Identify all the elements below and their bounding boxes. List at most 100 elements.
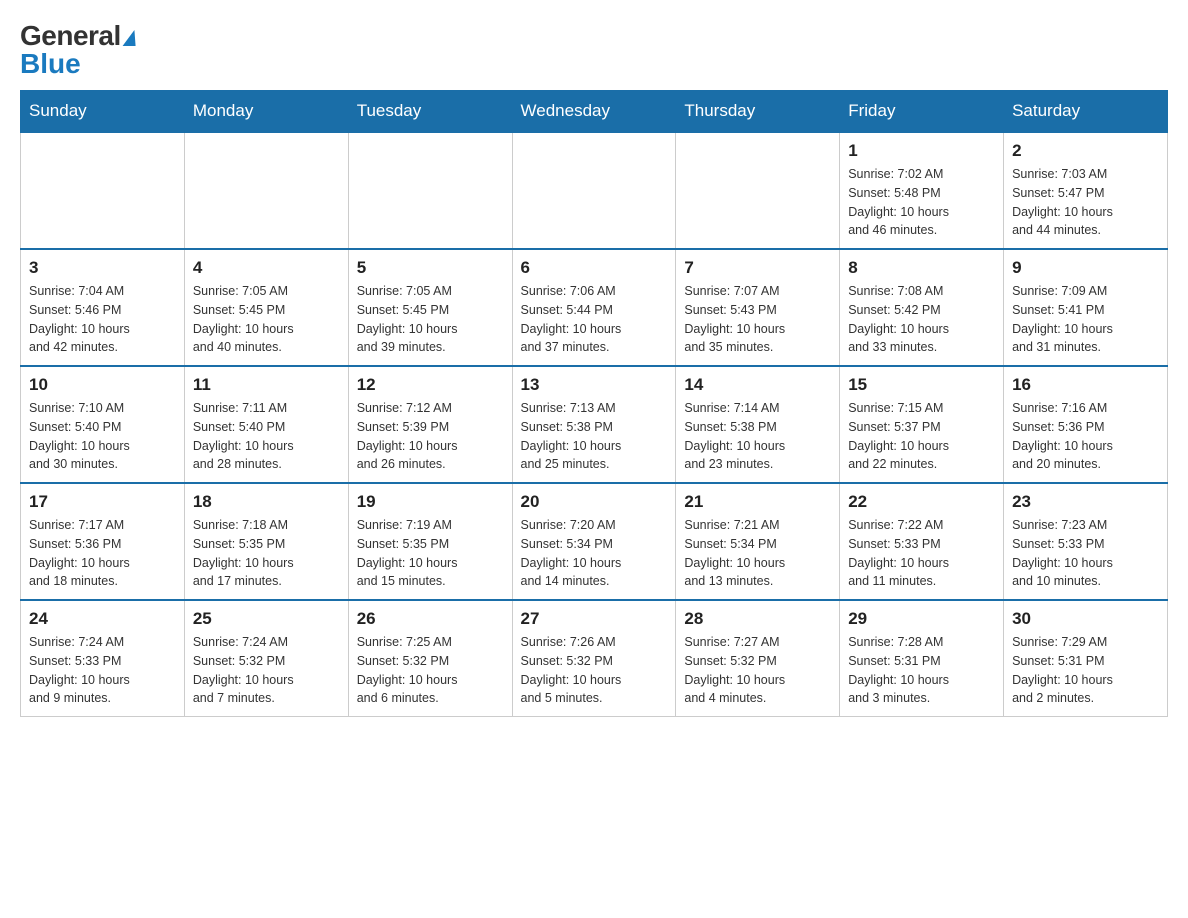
- day-number: 4: [193, 258, 340, 278]
- day-info: Sunrise: 7:08 AMSunset: 5:42 PMDaylight:…: [848, 282, 995, 357]
- day-number: 29: [848, 609, 995, 629]
- day-info: Sunrise: 7:29 AMSunset: 5:31 PMDaylight:…: [1012, 633, 1159, 708]
- calendar-cell: [21, 132, 185, 249]
- weekday-header-row: SundayMondayTuesdayWednesdayThursdayFrid…: [21, 91, 1168, 133]
- day-number: 15: [848, 375, 995, 395]
- calendar-cell: 1 Sunrise: 7:02 AMSunset: 5:48 PMDaylight…: [840, 132, 1004, 249]
- calendar-cell: 23 Sunrise: 7:23 AMSunset: 5:33 PMDayligh…: [1004, 483, 1168, 600]
- day-number: 10: [29, 375, 176, 395]
- day-info: Sunrise: 7:13 AMSunset: 5:38 PMDaylight:…: [521, 399, 668, 474]
- calendar-cell: 25Sunrise: 7:24 AMSunset: 5:32 PMDayligh…: [184, 600, 348, 717]
- page-header: General Blue: [20, 20, 1168, 80]
- weekday-header-wednesday: Wednesday: [512, 91, 676, 133]
- day-info: Sunrise: 7:19 AMSunset: 5:35 PMDaylight:…: [357, 516, 504, 591]
- calendar-cell: 28 Sunrise: 7:27 AMSunset: 5:32 PMDayligh…: [676, 600, 840, 717]
- day-number: 12: [357, 375, 504, 395]
- day-number: 21: [684, 492, 831, 512]
- day-info: Sunrise: 7:16 AMSunset: 5:36 PMDaylight:…: [1012, 399, 1159, 474]
- calendar-cell: 5 Sunrise: 7:05 AMSunset: 5:45 PMDaylight…: [348, 249, 512, 366]
- week-row-3: 10 Sunrise: 7:10 AMSunset: 5:40 PMDayligh…: [21, 366, 1168, 483]
- day-info: Sunrise: 7:09 AMSunset: 5:41 PMDaylight:…: [1012, 282, 1159, 357]
- day-info: Sunrise: 7:23 AMSunset: 5:33 PMDaylight:…: [1012, 516, 1159, 591]
- day-number: 17: [29, 492, 176, 512]
- calendar-cell: [348, 132, 512, 249]
- calendar-cell: 12 Sunrise: 7:12 AMSunset: 5:39 PMDayligh…: [348, 366, 512, 483]
- day-number: 2: [1012, 141, 1159, 161]
- day-info: Sunrise: 7:12 AMSunset: 5:39 PMDaylight:…: [357, 399, 504, 474]
- calendar-cell: 24 Sunrise: 7:24 AMSunset: 5:33 PMDayligh…: [21, 600, 185, 717]
- calendar-cell: 3 Sunrise: 7:04 AMSunset: 5:46 PMDaylight…: [21, 249, 185, 366]
- day-number: 30: [1012, 609, 1159, 629]
- day-number: 14: [684, 375, 831, 395]
- calendar-cell: 2 Sunrise: 7:03 AMSunset: 5:47 PMDaylight…: [1004, 132, 1168, 249]
- day-info: Sunrise: 7:22 AMSunset: 5:33 PMDaylight:…: [848, 516, 995, 591]
- day-number: 9: [1012, 258, 1159, 278]
- calendar-cell: 13 Sunrise: 7:13 AMSunset: 5:38 PMDayligh…: [512, 366, 676, 483]
- day-info: Sunrise: 7:20 AMSunset: 5:34 PMDaylight:…: [521, 516, 668, 591]
- day-info: Sunrise: 7:04 AMSunset: 5:46 PMDaylight:…: [29, 282, 176, 357]
- day-info: Sunrise: 7:05 AMSunset: 5:45 PMDaylight:…: [193, 282, 340, 357]
- calendar-cell: 8 Sunrise: 7:08 AMSunset: 5:42 PMDaylight…: [840, 249, 1004, 366]
- calendar-cell: [676, 132, 840, 249]
- calendar-cell: 6 Sunrise: 7:06 AMSunset: 5:44 PMDaylight…: [512, 249, 676, 366]
- day-info: Sunrise: 7:10 AMSunset: 5:40 PMDaylight:…: [29, 399, 176, 474]
- day-number: 8: [848, 258, 995, 278]
- day-info: Sunrise: 7:28 AMSunset: 5:31 PMDaylight:…: [848, 633, 995, 708]
- calendar-cell: 26 Sunrise: 7:25 AMSunset: 5:32 PMDayligh…: [348, 600, 512, 717]
- calendar-cell: 30 Sunrise: 7:29 AMSunset: 5:31 PMDayligh…: [1004, 600, 1168, 717]
- day-info: Sunrise: 7:02 AMSunset: 5:48 PMDaylight:…: [848, 165, 995, 240]
- weekday-header-thursday: Thursday: [676, 91, 840, 133]
- day-number: 23: [1012, 492, 1159, 512]
- day-info: Sunrise: 7:15 AMSunset: 5:37 PMDaylight:…: [848, 399, 995, 474]
- day-info: Sunrise: 7:21 AMSunset: 5:34 PMDaylight:…: [684, 516, 831, 591]
- weekday-header-friday: Friday: [840, 91, 1004, 133]
- day-info: Sunrise: 7:07 AMSunset: 5:43 PMDaylight:…: [684, 282, 831, 357]
- day-number: 27: [521, 609, 668, 629]
- calendar-cell: 7 Sunrise: 7:07 AMSunset: 5:43 PMDaylight…: [676, 249, 840, 366]
- day-info: Sunrise: 7:06 AMSunset: 5:44 PMDaylight:…: [521, 282, 668, 357]
- day-number: 24: [29, 609, 176, 629]
- logo: General Blue: [20, 20, 137, 80]
- calendar-cell: 16 Sunrise: 7:16 AMSunset: 5:36 PMDayligh…: [1004, 366, 1168, 483]
- day-number: 19: [357, 492, 504, 512]
- week-row-1: 1 Sunrise: 7:02 AMSunset: 5:48 PMDaylight…: [21, 132, 1168, 249]
- day-number: 1: [848, 141, 995, 161]
- day-info: Sunrise: 7:03 AMSunset: 5:47 PMDaylight:…: [1012, 165, 1159, 240]
- calendar-cell: 20 Sunrise: 7:20 AMSunset: 5:34 PMDayligh…: [512, 483, 676, 600]
- week-row-4: 17 Sunrise: 7:17 AMSunset: 5:36 PMDayligh…: [21, 483, 1168, 600]
- day-number: 11: [193, 375, 340, 395]
- day-number: 5: [357, 258, 504, 278]
- calendar-cell: 27Sunrise: 7:26 AMSunset: 5:32 PMDayligh…: [512, 600, 676, 717]
- day-info: Sunrise: 7:17 AMSunset: 5:36 PMDaylight:…: [29, 516, 176, 591]
- day-number: 28: [684, 609, 831, 629]
- logo-blue-text: Blue: [20, 48, 81, 80]
- calendar-cell: [512, 132, 676, 249]
- day-number: 18: [193, 492, 340, 512]
- weekday-header-tuesday: Tuesday: [348, 91, 512, 133]
- calendar-cell: 15 Sunrise: 7:15 AMSunset: 5:37 PMDayligh…: [840, 366, 1004, 483]
- day-number: 20: [521, 492, 668, 512]
- weekday-header-sunday: Sunday: [21, 91, 185, 133]
- day-number: 22: [848, 492, 995, 512]
- day-info: Sunrise: 7:11 AMSunset: 5:40 PMDaylight:…: [193, 399, 340, 474]
- day-number: 3: [29, 258, 176, 278]
- day-number: 7: [684, 258, 831, 278]
- weekday-header-monday: Monday: [184, 91, 348, 133]
- day-number: 16: [1012, 375, 1159, 395]
- day-info: Sunrise: 7:18 AMSunset: 5:35 PMDaylight:…: [193, 516, 340, 591]
- day-number: 13: [521, 375, 668, 395]
- day-number: 25: [193, 609, 340, 629]
- calendar-cell: 14Sunrise: 7:14 AMSunset: 5:38 PMDayligh…: [676, 366, 840, 483]
- day-number: 6: [521, 258, 668, 278]
- calendar-cell: 29 Sunrise: 7:28 AMSunset: 5:31 PMDayligh…: [840, 600, 1004, 717]
- day-info: Sunrise: 7:24 AMSunset: 5:33 PMDaylight:…: [29, 633, 176, 708]
- calendar-cell: 10 Sunrise: 7:10 AMSunset: 5:40 PMDayligh…: [21, 366, 185, 483]
- day-info: Sunrise: 7:27 AMSunset: 5:32 PMDaylight:…: [684, 633, 831, 708]
- week-row-5: 24 Sunrise: 7:24 AMSunset: 5:33 PMDayligh…: [21, 600, 1168, 717]
- calendar-cell: [184, 132, 348, 249]
- day-number: 26: [357, 609, 504, 629]
- weekday-header-saturday: Saturday: [1004, 91, 1168, 133]
- calendar-cell: 22 Sunrise: 7:22 AMSunset: 5:33 PMDayligh…: [840, 483, 1004, 600]
- day-info: Sunrise: 7:25 AMSunset: 5:32 PMDaylight:…: [357, 633, 504, 708]
- day-info: Sunrise: 7:05 AMSunset: 5:45 PMDaylight:…: [357, 282, 504, 357]
